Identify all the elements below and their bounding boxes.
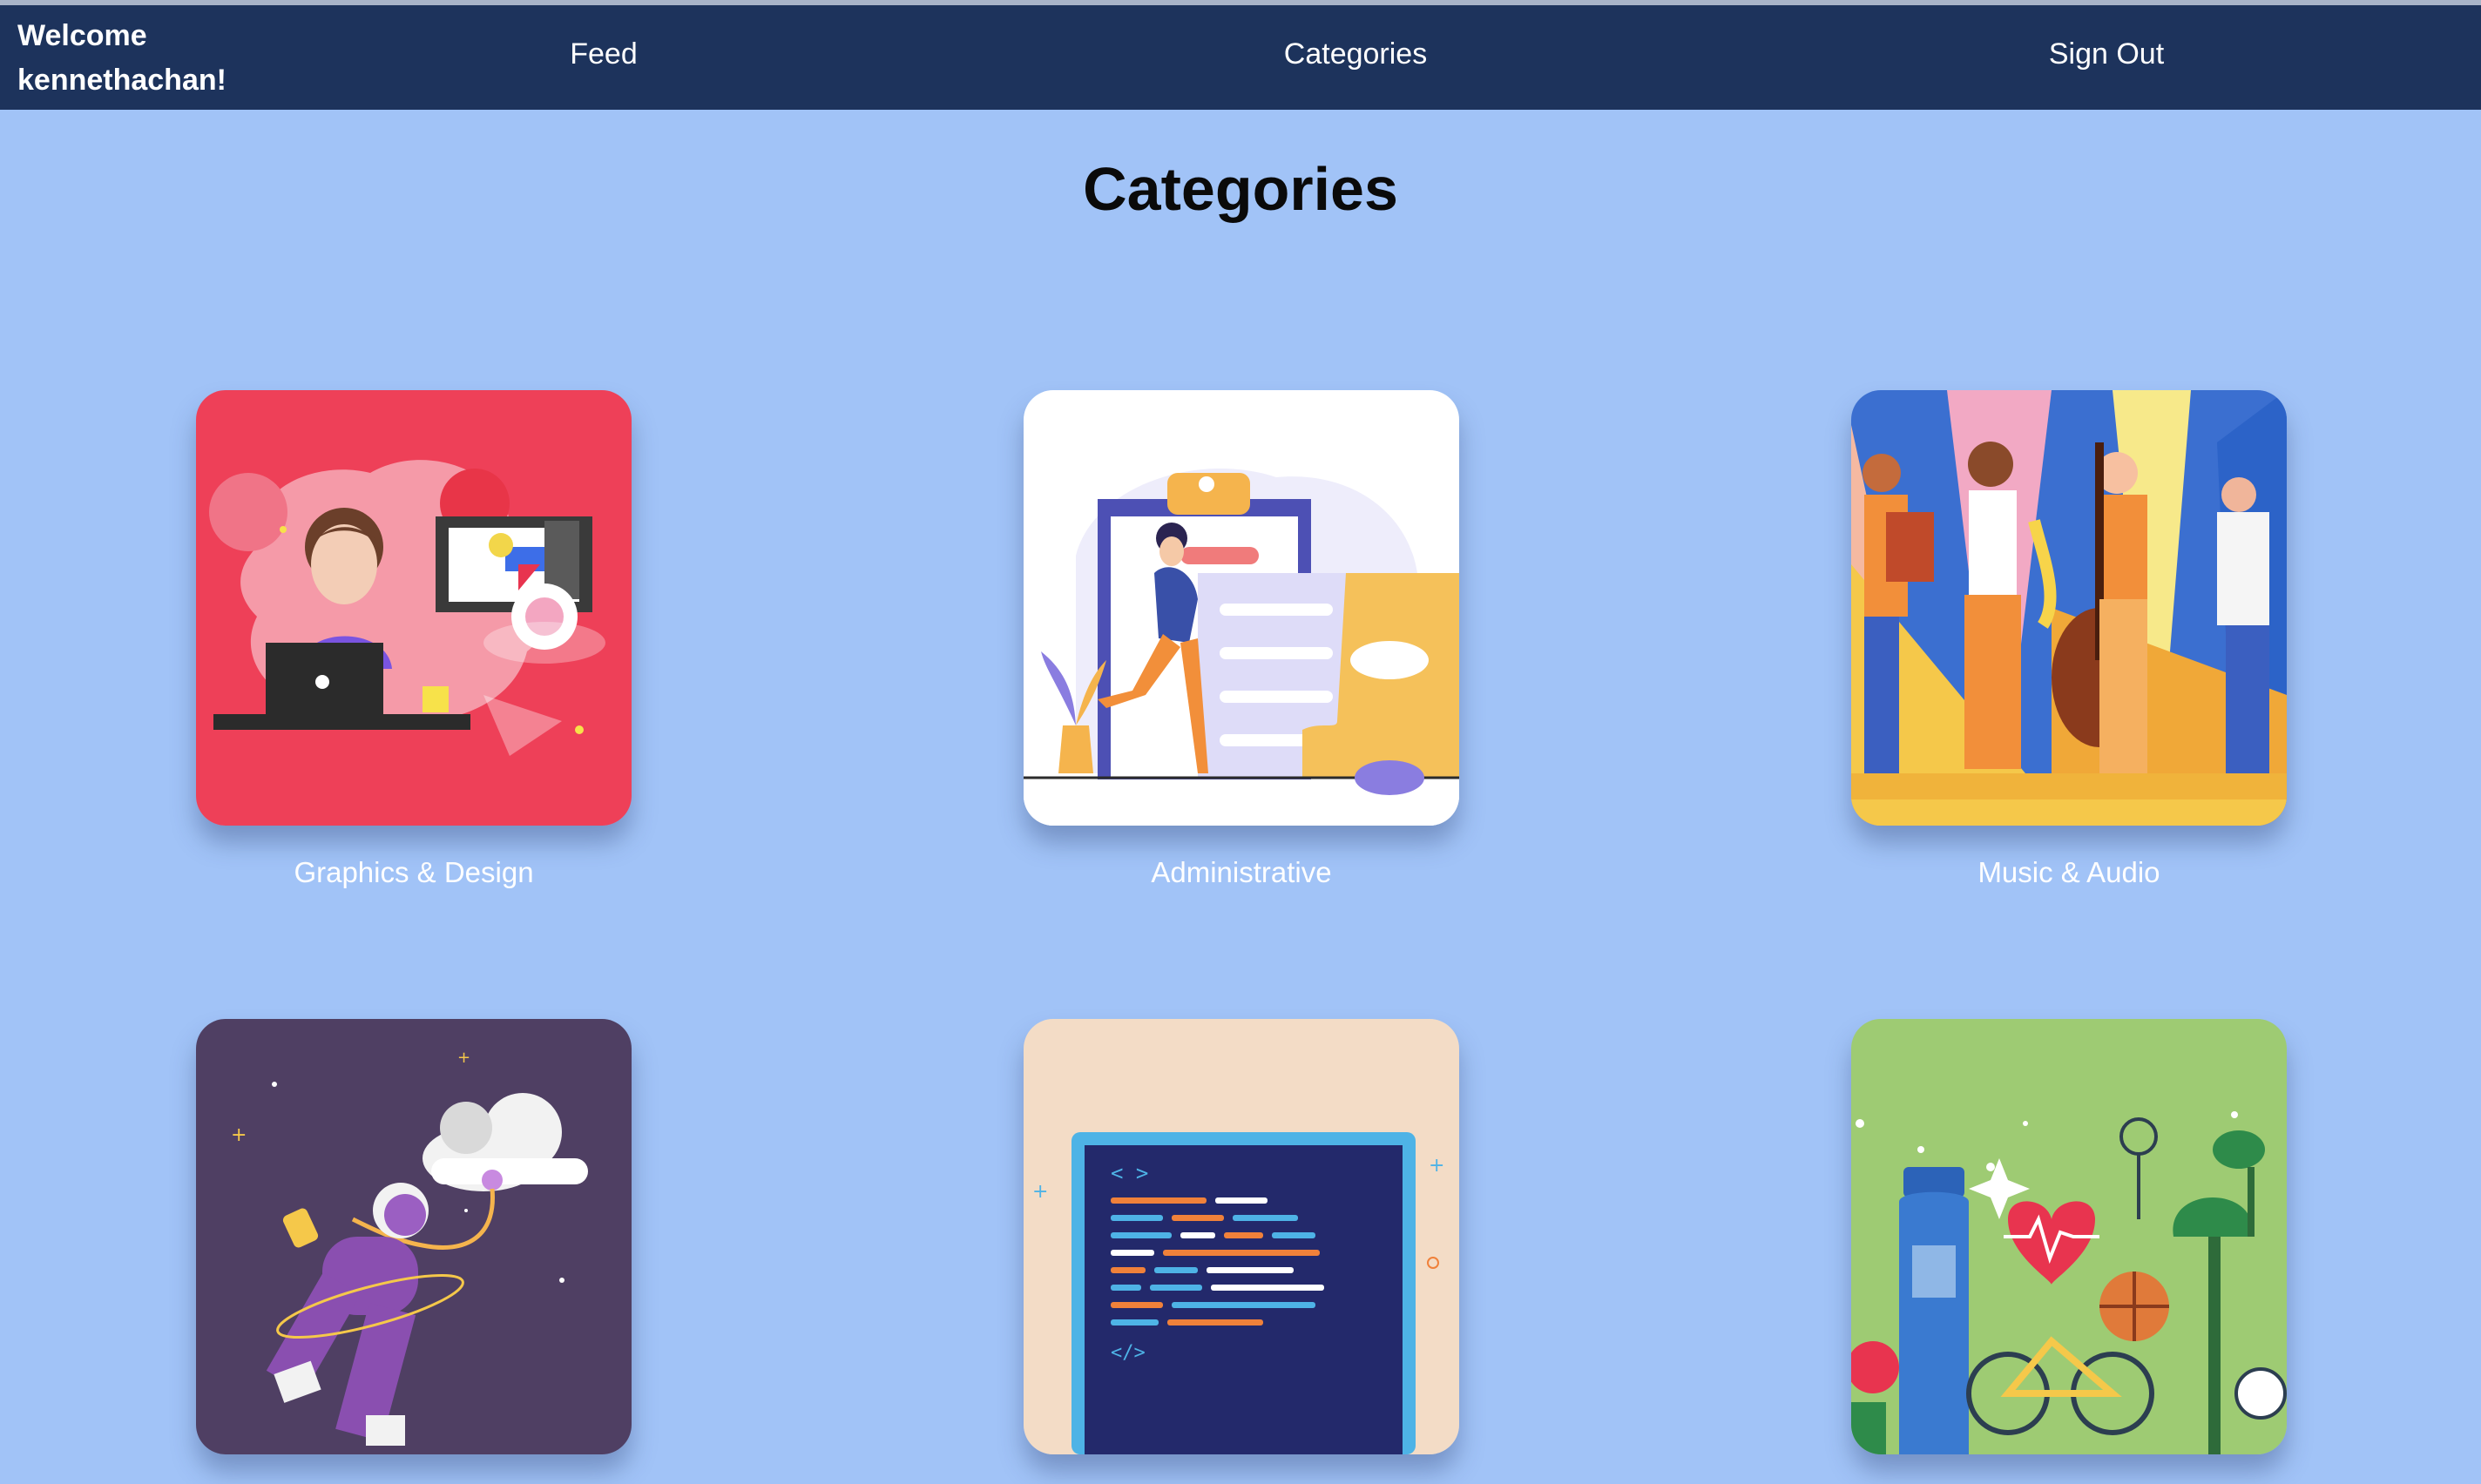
category-card-4[interactable]: + + bbox=[196, 1019, 632, 1484]
category-label[interactable]: Music & Audio bbox=[1851, 855, 2287, 890]
nav-link-sign-out[interactable]: Sign Out bbox=[2049, 37, 2164, 71]
category-card-6[interactable] bbox=[1851, 1019, 2287, 1484]
code-screen-illustration-icon[interactable]: < > </> + + bbox=[1024, 1019, 1459, 1454]
category-card-administrative[interactable]: Administrative bbox=[1024, 390, 1459, 890]
svg-text:+: + bbox=[457, 1049, 470, 1067]
navbar: Welcome kennethachan! Feed Categories Si… bbox=[0, 5, 2481, 110]
welcome-line: Welcome bbox=[17, 19, 147, 52]
svg-text:< >: < > bbox=[1111, 1161, 1148, 1185]
clipboard-illustration-icon[interactable] bbox=[1024, 390, 1459, 826]
username: kennethachan! bbox=[17, 64, 226, 97]
category-label[interactable]: Administrative bbox=[1024, 855, 1459, 890]
band-illustration-icon[interactable] bbox=[1851, 390, 2287, 826]
astronaut-illustration-icon[interactable]: + + bbox=[196, 1019, 632, 1454]
welcome-message: Welcome kennethachan! bbox=[17, 14, 279, 103]
svg-text:+: + bbox=[1032, 1181, 1048, 1203]
nav-link-feed[interactable]: Feed bbox=[570, 37, 638, 71]
designer-illustration-icon[interactable] bbox=[196, 390, 632, 826]
lifestyle-illustration-icon[interactable] bbox=[1851, 1019, 2287, 1454]
svg-text:</>: </> bbox=[1111, 1342, 1146, 1364]
svg-text:+: + bbox=[1429, 1155, 1444, 1177]
svg-text:+: + bbox=[231, 1124, 247, 1146]
category-card-music-audio[interactable]: Music & Audio bbox=[1851, 390, 2287, 890]
nav-link-categories[interactable]: Categories bbox=[1284, 37, 1427, 71]
category-card-graphics-design[interactable]: Graphics & Design bbox=[196, 390, 632, 890]
category-card-5[interactable]: < > </> + + bbox=[1024, 1019, 1459, 1484]
page-title: Categories bbox=[1083, 155, 1398, 223]
category-label[interactable]: Graphics & Design bbox=[196, 855, 632, 890]
